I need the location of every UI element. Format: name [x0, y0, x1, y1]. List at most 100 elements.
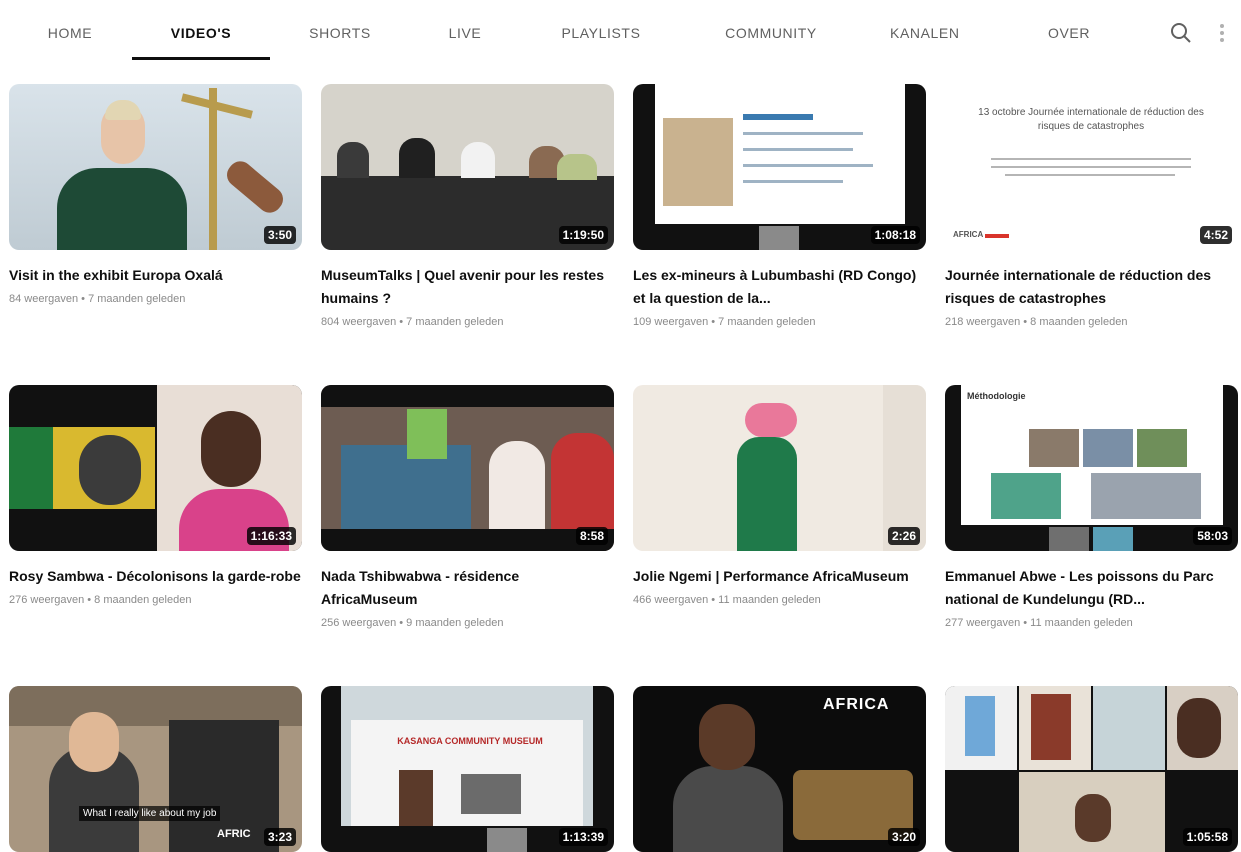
video-meta: 277 weergaven • 11 maanden geleden: [945, 617, 1133, 629]
video-thumbnail[interactable]: 1:08:18: [633, 84, 926, 250]
video-thumbnail[interactable]: AFRICA 3:20: [633, 686, 926, 852]
thumb-slide-line: [743, 180, 843, 183]
video-card[interactable]: 1:19:50 MuseumTalks | Quel avenir pour l…: [321, 84, 614, 330]
thumb-caption: What I really like about my job: [79, 806, 221, 821]
thumb-tile: [1093, 686, 1165, 770]
thumb-hair: [105, 100, 141, 120]
thumb-person: [461, 142, 495, 178]
video-thumbnail[interactable]: 3:50: [9, 84, 302, 250]
video-duration: 8:58: [575, 527, 608, 545]
thumb-person: [489, 441, 545, 529]
video-title[interactable]: Journée internationale de réduction des …: [945, 264, 1238, 310]
video-card[interactable]: 13 octobre Journée internationale de réd…: [945, 84, 1238, 330]
thumb-sign: KASANGA COMMUNITY MUSEUM: [397, 736, 543, 746]
video-card[interactable]: 1:16:33 Rosy Sambwa - Décolonisons la ga…: [9, 385, 302, 608]
video-duration: 1:05:58: [1182, 828, 1232, 846]
thumb-cross: [209, 88, 217, 250]
video-duration: 4:52: [1199, 226, 1232, 244]
video-thumbnail[interactable]: What I really like about my job AFRIC 3:…: [9, 686, 302, 852]
video-duration: 58:03: [1193, 527, 1232, 545]
video-duration: 3:50: [263, 226, 296, 244]
thumb-logo: AFRICA: [953, 230, 984, 239]
thumb-figure: [57, 168, 187, 250]
thumb-dancer: [737, 437, 797, 551]
thumb-letterbox: [321, 529, 614, 551]
video-thumbnail[interactable]: 1:16:33: [9, 385, 302, 551]
video-thumbnail[interactable]: KASANGA COMMUNITY MUSEUM 1:13:39: [321, 686, 614, 852]
thumb-person: [557, 154, 597, 180]
thumb-artwork-band: [9, 427, 53, 509]
video-title[interactable]: Emmanuel Abwe - Les poissons du Parc nat…: [945, 565, 1238, 611]
thumb-slide-photo: [1137, 429, 1187, 467]
thumb-person: [399, 138, 435, 178]
video-title[interactable]: Rosy Sambwa - Décolonisons la garde-robe: [9, 565, 302, 588]
video-grid: 3:50 Visit in the exhibit Europa Oxalá 8…: [0, 0, 1241, 852]
video-thumbnail[interactable]: Méthodologie 58:03: [945, 385, 1238, 551]
thumb-face: [201, 411, 261, 487]
video-title[interactable]: Visit in the exhibit Europa Oxalá: [9, 264, 302, 287]
video-meta: 218 weergaven • 8 maanden geleden: [945, 316, 1128, 328]
thumb-slide-line: [743, 164, 873, 167]
video-duration: 3:20: [887, 828, 920, 846]
thumb-slide-photo: [1029, 429, 1079, 467]
thumb-sculpture: [341, 445, 471, 529]
thumb-text-line: [991, 158, 1191, 160]
thumb-heading: Méthodologie: [967, 391, 1026, 401]
video-thumbnail[interactable]: 2:26: [633, 385, 926, 551]
video-thumbnail[interactable]: 1:05:58: [945, 686, 1238, 852]
thumb-text-line: [991, 166, 1191, 168]
video-thumbnail[interactable]: 13 octobre Journée internationale de réd…: [945, 84, 1238, 250]
video-card[interactable]: AFRICA 3:20: [633, 686, 926, 852]
video-card[interactable]: 1:08:18 Les ex-mineurs à Lubumbashi (RD …: [633, 84, 926, 330]
thumb-webcam: [759, 226, 799, 250]
thumb-slide-photo: [991, 473, 1061, 519]
video-card[interactable]: What I really like about my job AFRIC 3:…: [9, 686, 302, 852]
video-thumbnail[interactable]: 1:19:50: [321, 84, 614, 250]
thumb-webcam: [1049, 527, 1089, 551]
thumb-window: [461, 774, 521, 814]
thumb-book: [965, 696, 995, 756]
thumb-face: [699, 704, 755, 770]
video-meta: 276 weergaven • 8 maanden geleden: [9, 594, 192, 606]
thumb-webcam: [487, 828, 527, 852]
video-card[interactable]: 2:26 Jolie Ngemi | Performance AfricaMus…: [633, 385, 926, 608]
thumb-letterbox: [321, 385, 614, 407]
thumb-webcam: [1093, 527, 1133, 551]
video-meta: 109 weergaven • 7 maanden geleden: [633, 316, 816, 328]
thumb-face: [1177, 698, 1221, 758]
video-card[interactable]: 8:58 Nada Tshibwabwa - résidence AfricaM…: [321, 385, 614, 631]
video-duration: 1:08:18: [870, 226, 920, 244]
video-duration: 1:16:33: [246, 527, 296, 545]
thumb-headwrap: [745, 403, 797, 437]
thumb-logo: AFRIC: [217, 828, 251, 840]
thumb-slide-line: [743, 148, 853, 151]
thumb-object: [222, 156, 288, 218]
video-duration: 1:19:50: [558, 226, 608, 244]
thumb-heading: 13 octobre Journée internationale de réd…: [978, 107, 1204, 132]
video-thumbnail[interactable]: 8:58: [321, 385, 614, 551]
video-title[interactable]: MuseumTalks | Quel avenir pour les reste…: [321, 264, 614, 310]
thumb-book: [1031, 694, 1071, 760]
thumb-cross-bar: [181, 93, 253, 119]
thumb-text-line: [1005, 174, 1175, 176]
video-card[interactable]: KASANGA COMMUNITY MUSEUM 1:13:39: [321, 686, 614, 852]
video-card[interactable]: Méthodologie 58:03 Emmanuel Abwe - Les p…: [945, 385, 1238, 631]
video-duration: 1:13:39: [558, 828, 608, 846]
thumb-person: [673, 766, 783, 852]
thumb-door: [399, 770, 433, 826]
video-card[interactable]: 1:05:58: [945, 686, 1238, 852]
thumb-sculpture-head: [407, 409, 447, 459]
thumb-slide-line: [743, 132, 863, 135]
thumb-slide-photo: [1083, 429, 1133, 467]
video-title[interactable]: Jolie Ngemi | Performance AfricaMuseum: [633, 565, 926, 588]
video-card[interactable]: 3:50 Visit in the exhibit Europa Oxalá 8…: [9, 84, 302, 307]
thumb-face: [69, 712, 119, 772]
thumb-person: [337, 142, 369, 178]
thumb-photo: [663, 118, 733, 206]
thumb-person: [551, 433, 614, 529]
video-duration: 2:26: [887, 527, 920, 545]
video-title[interactable]: Nada Tshibwabwa - résidence AfricaMuseum: [321, 565, 614, 611]
video-meta: 466 weergaven • 11 maanden geleden: [633, 594, 821, 606]
video-meta: 84 weergaven • 7 maanden geleden: [9, 293, 186, 305]
video-title[interactable]: Les ex-mineurs à Lubumbashi (RD Congo) e…: [633, 264, 926, 310]
